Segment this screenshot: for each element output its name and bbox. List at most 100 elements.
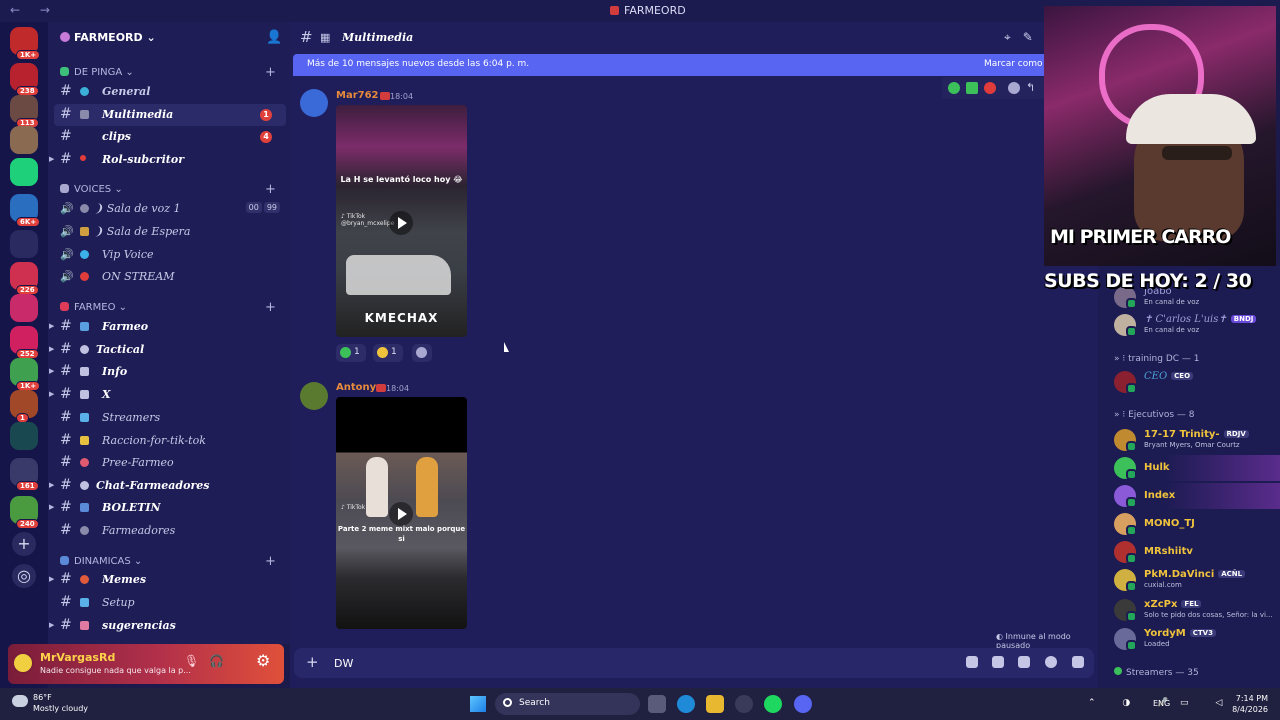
member-item[interactable]: Hulk — [1114, 455, 1280, 481]
taskbar-search[interactable]: Search — [495, 693, 640, 715]
channel-farmeo[interactable]: ▶ # Farmeo — [49, 316, 286, 338]
server-icon[interactable]: 226 — [10, 262, 39, 295]
server-folder-icon[interactable]: 161 — [10, 458, 39, 491]
reaction-laugh[interactable]: 1 — [373, 344, 403, 362]
user-panel[interactable]: MrVargasRd Nadie consigue nada que valga… — [8, 644, 284, 684]
guild-header[interactable]: FARMEORD ⌄ 👤 — [48, 22, 290, 54]
attach-plus-icon[interactable]: + — [306, 653, 319, 671]
channel-x[interactable]: ▶ # X — [49, 384, 286, 406]
spotify-icon[interactable] — [764, 695, 782, 713]
mic-deafen-icons[interactable]: 🎙🎧 — [184, 654, 234, 668]
channel-rol-subcritor[interactable]: ▶ # Rol-subcritor — [49, 149, 286, 171]
channel-raccion-for-tik-tok[interactable]: # Raccion-for-tik-tok — [54, 430, 286, 452]
play-icon[interactable] — [389, 502, 413, 526]
user-name: MrVargasRd — [40, 651, 116, 664]
channel-setup[interactable]: # Setup — [54, 592, 286, 614]
avatar[interactable] — [300, 89, 328, 117]
edge-browser-icon[interactable] — [677, 695, 695, 713]
reply-icon[interactable]: ↰ — [1026, 82, 1038, 94]
channel-sugerencias[interactable]: ▶ # sugerencias — [49, 615, 286, 637]
server-icon[interactable]: 1 — [10, 390, 38, 423]
nav-arrows[interactable]: ← → — [10, 3, 58, 17]
discover-compass-icon[interactable]: ◎ — [12, 564, 36, 588]
heart-emoji-icon[interactable] — [984, 82, 996, 94]
file-explorer-icon[interactable] — [706, 695, 724, 713]
member-item[interactable]: MRshiitv — [1114, 539, 1280, 565]
add-reaction-button[interactable] — [412, 344, 432, 362]
voice-channel-sala-espera[interactable]: 🔊 ❩ Sala de Espera — [54, 221, 286, 243]
mark-as-read-button[interactable]: Marcar como l — [984, 59, 1048, 69]
avatar — [1114, 314, 1137, 337]
member-item[interactable]: CEO CEO — [1114, 369, 1280, 395]
voice-channel-sala-1[interactable]: 🔊 ❩ Sala de voz 1 00 99 — [54, 198, 286, 220]
channel-tactical[interactable]: ▶ # Tactical — [49, 339, 286, 361]
task-view-icon[interactable] — [648, 695, 666, 713]
create-channel-icon[interactable]: + — [265, 300, 276, 315]
channel-info[interactable]: ▶ # Info — [49, 361, 286, 383]
channel-memes[interactable]: ▶ # Memes — [49, 569, 286, 591]
sticker-icon[interactable] — [1018, 656, 1030, 668]
member-item[interactable]: xZcPx FEL Solo te pido dos cosas, Señor: … — [1114, 597, 1280, 623]
invite-people-icon[interactable]: 👤 — [266, 30, 282, 45]
folder-icon[interactable] — [10, 230, 38, 258]
video-attachment[interactable]: ♪ TikTok Parte 2 meme mixt malo porque s… — [336, 397, 467, 629]
channel-chat-farmeadores[interactable]: ▶ # Chat-Farmeadores — [49, 475, 286, 497]
channel-pree-farmeo[interactable]: # Pree-Farmeo — [54, 452, 286, 474]
member-item[interactable]: ✝ C'arlos L'uis✝ BNDJ En canal de voz — [1114, 312, 1280, 338]
header-tools-icons[interactable]: ⌖✎ — [1004, 30, 1045, 45]
play-icon[interactable] — [389, 211, 413, 235]
hash-icon: # — [60, 363, 72, 379]
new-messages-bar[interactable]: Más de 10 mensajes nuevos desde las 6:04… — [293, 54, 1053, 76]
server-icon[interactable] — [10, 422, 38, 450]
clock[interactable]: 7:14 PM 8/4/2026 — [1224, 693, 1268, 715]
settings-gear-icon[interactable]: ⚙ — [256, 651, 270, 670]
gif-icon[interactable] — [992, 656, 1004, 668]
discord-icon[interactable] — [794, 695, 812, 713]
language-indicator[interactable]: ENG — [1153, 699, 1170, 708]
video-brand-watermark: KMECHAX — [364, 311, 439, 325]
channel-label: Info — [102, 365, 128, 378]
server-icon[interactable]: 238 — [10, 63, 39, 96]
channel-streamers[interactable]: # Streamers — [54, 407, 286, 429]
member-item[interactable]: MONO_TJ — [1114, 511, 1280, 537]
server-icon[interactable]: 1K+ — [10, 358, 41, 391]
message-author[interactable]: Antony — [336, 382, 376, 393]
apps-icon[interactable] — [1072, 656, 1084, 668]
server-icon[interactable]: 113 — [10, 95, 39, 128]
avatar[interactable] — [300, 382, 328, 410]
channel-farmeadores[interactable]: # Farmeadores — [54, 520, 286, 542]
member-item[interactable]: Index — [1114, 483, 1280, 509]
server-icon[interactable] — [10, 126, 38, 154]
channel-boletin[interactable]: ▶ # BOLETIN — [49, 497, 286, 519]
emoji-icon[interactable] — [1045, 656, 1057, 668]
channel-general[interactable]: # General — [54, 81, 286, 103]
server-folder-icon[interactable]: 240 — [10, 496, 39, 529]
add-reaction-icon[interactable] — [1008, 82, 1020, 94]
message-input[interactable] — [334, 654, 914, 672]
channel-multimedia[interactable]: # Multimedia 1 — [54, 104, 286, 126]
checkmark-emoji-icon[interactable] — [966, 82, 978, 94]
reaction-check[interactable]: 1 — [336, 344, 366, 362]
video-attachment[interactable]: La H se levantó loco hoy 😂 ♪ TikTok @brya… — [336, 105, 467, 337]
member-item[interactable]: YordyM CTV3 Loaded — [1114, 626, 1280, 652]
server-icon[interactable] — [10, 158, 38, 186]
avatar[interactable] — [12, 652, 34, 674]
member-item[interactable]: 17-17 Trinity- RDJV Bryant Myers, Omar Co… — [1114, 427, 1280, 453]
server-icon[interactable]: 252 — [10, 326, 39, 359]
create-channel-icon[interactable]: + — [265, 182, 276, 197]
voice-channel-vip[interactable]: 🔊 Vip Voice — [54, 244, 286, 266]
gift-icon[interactable] — [966, 656, 978, 668]
create-channel-icon[interactable]: + — [265, 554, 276, 569]
channel-clips[interactable]: # clips 4 — [54, 126, 286, 148]
check-emoji-icon[interactable] — [948, 82, 960, 94]
server-icon[interactable]: 1K+ — [10, 27, 41, 60]
voice-channel-on-stream[interactable]: 🔊 ON STREAM — [54, 266, 286, 288]
server-icon[interactable] — [10, 294, 38, 322]
member-item[interactable]: PkM.DaVinci ACÑL cuxial.com — [1114, 567, 1280, 593]
add-server-icon[interactable]: + — [12, 532, 36, 556]
message-author[interactable]: Mar762 — [336, 90, 379, 101]
server-icon[interactable]: 6K+ — [10, 194, 41, 227]
obs-icon[interactable] — [735, 695, 753, 713]
create-channel-icon[interactable]: + — [265, 65, 276, 80]
windows-start-icon[interactable] — [470, 696, 486, 712]
